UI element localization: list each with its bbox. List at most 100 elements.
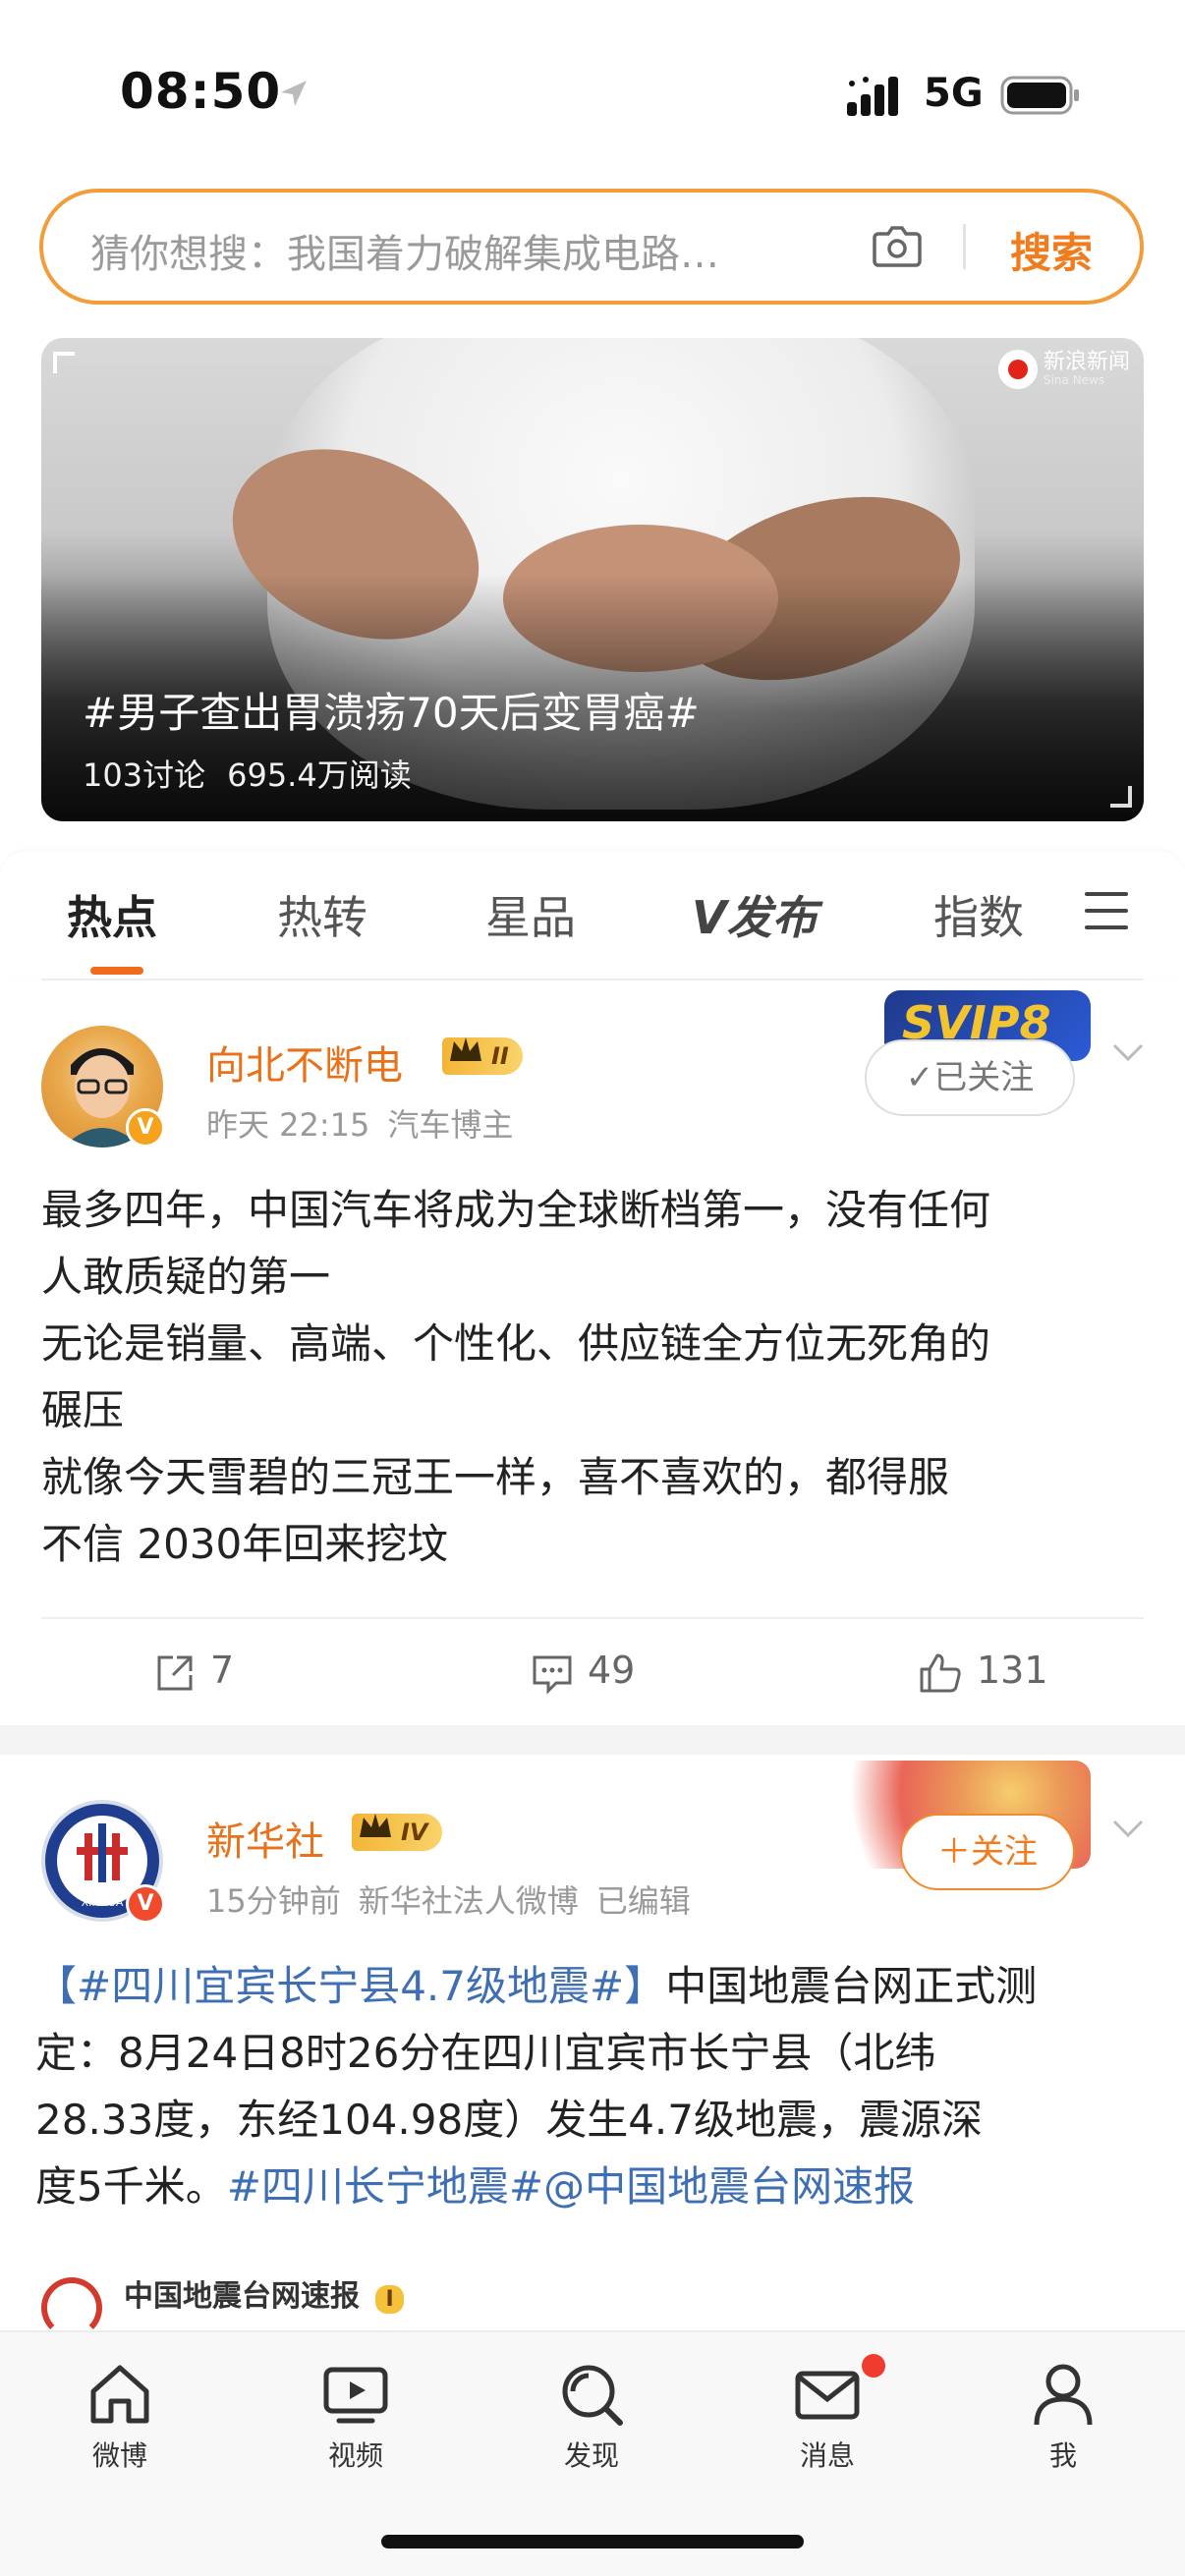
home-indicator[interactable] [381, 2535, 804, 2548]
edited-label: 已编辑 [595, 1882, 691, 1920]
divider [41, 979, 1144, 980]
post-username[interactable]: 向北不断电 [206, 1034, 403, 1091]
post-body[interactable]: 【#四川宜宾长宁县4.7级地震#】中国地震台网正式测 定：8月24日8时26分在… [35, 1953, 1138, 2220]
location-arrow-icon [281, 81, 307, 106]
like-button[interactable]: 131 [918, 1649, 1048, 1695]
search-placeholder[interactable]: 猜你想搜：我国着力破解集成电路… [90, 222, 719, 279]
post-meta: 昨天 22:15 汽车博主 [206, 1100, 531, 1146]
status-bar: 08:50 5G [0, 0, 1185, 167]
nav-label: 消息 [799, 2439, 855, 2472]
discussion-count: 103讨论 [83, 756, 206, 794]
sina-logo-text: 新浪新闻 [1043, 350, 1130, 374]
v-logo-icon: V [692, 891, 727, 944]
follow-button[interactable]: ＋关注 [900, 1814, 1075, 1890]
post-time: 15分钟前 [206, 1882, 341, 1920]
crown-icon [360, 1814, 391, 1837]
status-time: 08:50 [120, 63, 282, 120]
rank-badge: II [442, 1037, 523, 1075]
sina-logo-subtext: Sina News [1043, 373, 1105, 387]
nav-discover[interactable]: 发现 [533, 2360, 650, 2474]
repost-icon [157, 1655, 193, 1690]
post-line-text: 中国地震台网正式测 [665, 1962, 1038, 2010]
search-bar[interactable]: 猜你想搜：我国着力破解集成电路… 搜索 [39, 189, 1144, 305]
hashtag-link[interactable]: 【#四川宜宾长宁县4.7级地震#】 [35, 1962, 665, 2010]
post-line: 不信 2030年回来挖坟 [41, 1520, 449, 1568]
post-body[interactable]: 最多四年，中国汽车将成为全球断档第一，没有任何 人敢质疑的第一 无论是销量、高端… [41, 1177, 1144, 1578]
banner-stats: 103讨论 695.4万阅读 [83, 751, 433, 796]
camera-icon[interactable] [869, 218, 926, 275]
post-line: 定：8月24日8时26分在四川宜宾市长宁县（北纬 [35, 2029, 936, 2077]
read-count: 695.4万阅读 [227, 756, 412, 794]
hot-topic-banner[interactable]: 新浪新闻 Sina News #男子查出胃溃疡70天后变胃癌# 103讨论 695… [41, 338, 1144, 821]
tab-index[interactable]: 指数 [933, 882, 1024, 947]
post-line: 度5千米。#四川长宁地震#@中国地震台网速报 [35, 2154, 1138, 2220]
nav-label: 发现 [563, 2439, 619, 2472]
post-line: 人敢质疑的第一 [41, 1253, 331, 1301]
post-username[interactable]: 新华社 [206, 1810, 324, 1867]
hashtag-mention-link[interactable]: #四川长宁地震#@中国地震台网速报 [227, 2162, 915, 2211]
nav-weibo[interactable]: 微博 [61, 2360, 179, 2474]
post-line: 【#四川宜宾长宁县4.7级地震#】中国地震台网正式测 [35, 1953, 1138, 2020]
search-button[interactable]: 搜索 [1010, 220, 1093, 280]
search-divider [963, 224, 966, 269]
post-meta: 15分钟前 新华社法人微博 已编辑 [206, 1876, 708, 1922]
tab-hot-repost[interactable]: 热转 [277, 882, 367, 947]
post-line: 28.33度，东经104.98度）发生4.7级地震，震源深 [35, 2096, 983, 2144]
nav-label: 我 [1048, 2439, 1077, 2472]
next-post-username: 中国地震台网速报 I [124, 2271, 404, 2315]
chevron-down-icon[interactable] [1110, 1041, 1146, 1065]
post-line: 碾压 [41, 1386, 125, 1434]
video-icon [323, 2367, 388, 2424]
nav-messages[interactable]: 消息 [768, 2354, 886, 2474]
chevron-down-icon[interactable] [1110, 1818, 1146, 1841]
battery-icon [1000, 76, 1079, 115]
post-line-text: 度5千米。 [35, 2162, 227, 2211]
tab-bar: 热点 热转 星品 V发布 指数 [0, 851, 1185, 979]
banner-title[interactable]: #男子查出胃溃疡70天后变胃癌# [83, 680, 700, 740]
notification-dot [862, 2354, 885, 2378]
menu-icon[interactable] [1085, 892, 1128, 931]
corner-mark-icon [53, 352, 75, 373]
rank-badge: IV [352, 1814, 442, 1851]
nav-label: 微博 [91, 2439, 147, 2472]
post-time: 昨天 22:15 [206, 1106, 370, 1144]
post-source: 新华社法人微博 [358, 1882, 579, 1920]
divider [41, 1617, 1144, 1619]
rank-badge: I [375, 2285, 404, 2314]
sina-news-logo: 新浪新闻 Sina News [997, 350, 1130, 389]
profile-icon [1034, 2364, 1093, 2426]
sina-eye-icon [997, 350, 1038, 389]
comment-button[interactable]: 49 [531, 1649, 635, 1695]
like-icon [920, 1653, 961, 1692]
post-actions: 7 49 131 [0, 1621, 1185, 1729]
corner-mark-icon [1110, 786, 1132, 808]
post-line: 最多四年，中国汽车将成为全球断档第一，没有任何 [41, 1186, 991, 1234]
comment-count: 49 [588, 1649, 636, 1692]
rank-level: II [491, 1042, 509, 1070]
search-icon [562, 2365, 623, 2426]
cellular-signal-icon [847, 77, 898, 116]
tab-publish-label: 发布 [726, 891, 818, 944]
comment-icon [533, 1655, 572, 1695]
network-type: 5G [924, 71, 984, 116]
nav-profile[interactable]: 我 [1004, 2360, 1122, 2474]
followed-button[interactable]: ✓已关注 [865, 1039, 1075, 1116]
rank-level: IV [401, 1819, 428, 1846]
tab-star-products[interactable]: 星品 [485, 882, 576, 947]
crown-icon [450, 1037, 481, 1061]
tab-active-indicator [90, 967, 143, 975]
mail-icon [795, 2371, 860, 2420]
tab-hot[interactable]: 热点 [67, 882, 157, 947]
next-post-username-text: 中国地震台网速报 [124, 2279, 360, 2314]
tab-publish[interactable]: V发布 [692, 882, 818, 947]
verified-badge-icon: V [126, 1884, 165, 1924]
nav-video[interactable]: 视频 [297, 2360, 415, 2474]
nav-label: 视频 [327, 2439, 383, 2472]
like-count: 131 [977, 1649, 1048, 1692]
post-line: 无论是销量、高端、个性化、供应链全方位无死角的 [41, 1319, 991, 1368]
verified-badge-icon: V [126, 1108, 165, 1148]
section-separator [0, 1725, 1185, 1755]
repost-button[interactable]: 7 [153, 1649, 234, 1695]
xinhua-logo-text: XINHUA [82, 1896, 124, 1909]
repost-count: 7 [210, 1649, 235, 1692]
